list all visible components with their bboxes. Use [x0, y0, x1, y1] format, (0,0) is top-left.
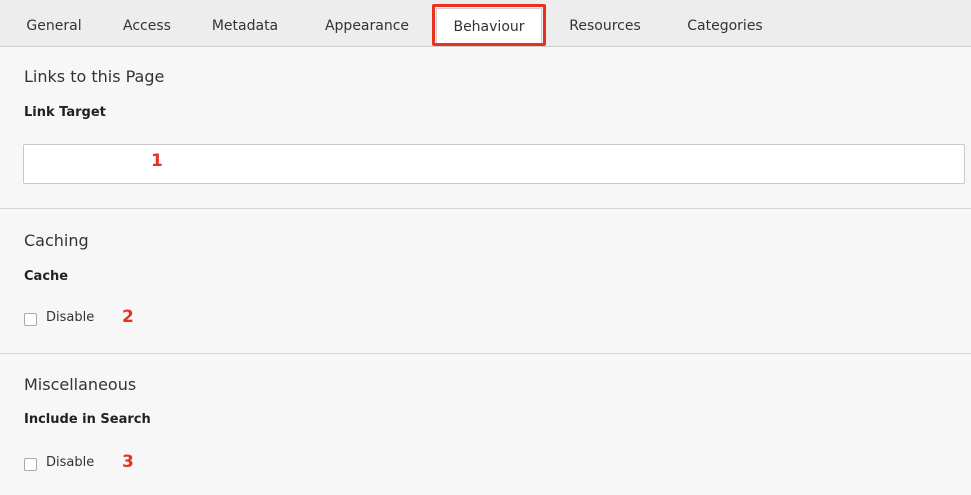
tab-metadata[interactable]: Metadata — [200, 8, 290, 44]
field-label-include-in-search: Include in Search — [24, 412, 151, 427]
field-label-link-target: Link Target — [24, 105, 106, 120]
annotation-marker-3: 3 — [122, 452, 134, 472]
field-label-cache: Cache — [24, 269, 69, 284]
search-disable-checkbox[interactable] — [24, 458, 37, 471]
tab-access[interactable]: Access — [107, 8, 187, 44]
tab-categories[interactable]: Categories — [672, 8, 778, 44]
section-title-links: Links to this Page — [24, 67, 165, 86]
tab-general[interactable]: General — [14, 8, 94, 44]
cache-disable-checkbox[interactable] — [24, 313, 37, 326]
section-miscellaneous: Miscellaneous Include in Search Disable … — [0, 354, 971, 495]
link-target-input[interactable] — [23, 144, 965, 184]
section-title-miscellaneous: Miscellaneous — [24, 375, 137, 394]
annotation-marker-2: 2 — [122, 307, 134, 327]
tab-behaviour[interactable]: Behaviour — [436, 8, 542, 46]
tab-appearance[interactable]: Appearance — [311, 8, 423, 44]
cache-disable-label[interactable]: Disable — [46, 310, 94, 325]
search-disable-label[interactable]: Disable — [46, 455, 94, 470]
page-properties-form: General Access Metadata Appearance Behav… — [0, 0, 971, 495]
tab-resources[interactable]: Resources — [555, 8, 655, 44]
tab-bar: General Access Metadata Appearance Behav… — [0, 0, 971, 47]
section-links: Links to this Page Link Target 1 — [0, 47, 971, 209]
section-caching: Caching Cache Disable 2 — [0, 209, 971, 354]
annotation-marker-1: 1 — [151, 151, 163, 171]
section-title-caching: Caching — [24, 231, 89, 250]
